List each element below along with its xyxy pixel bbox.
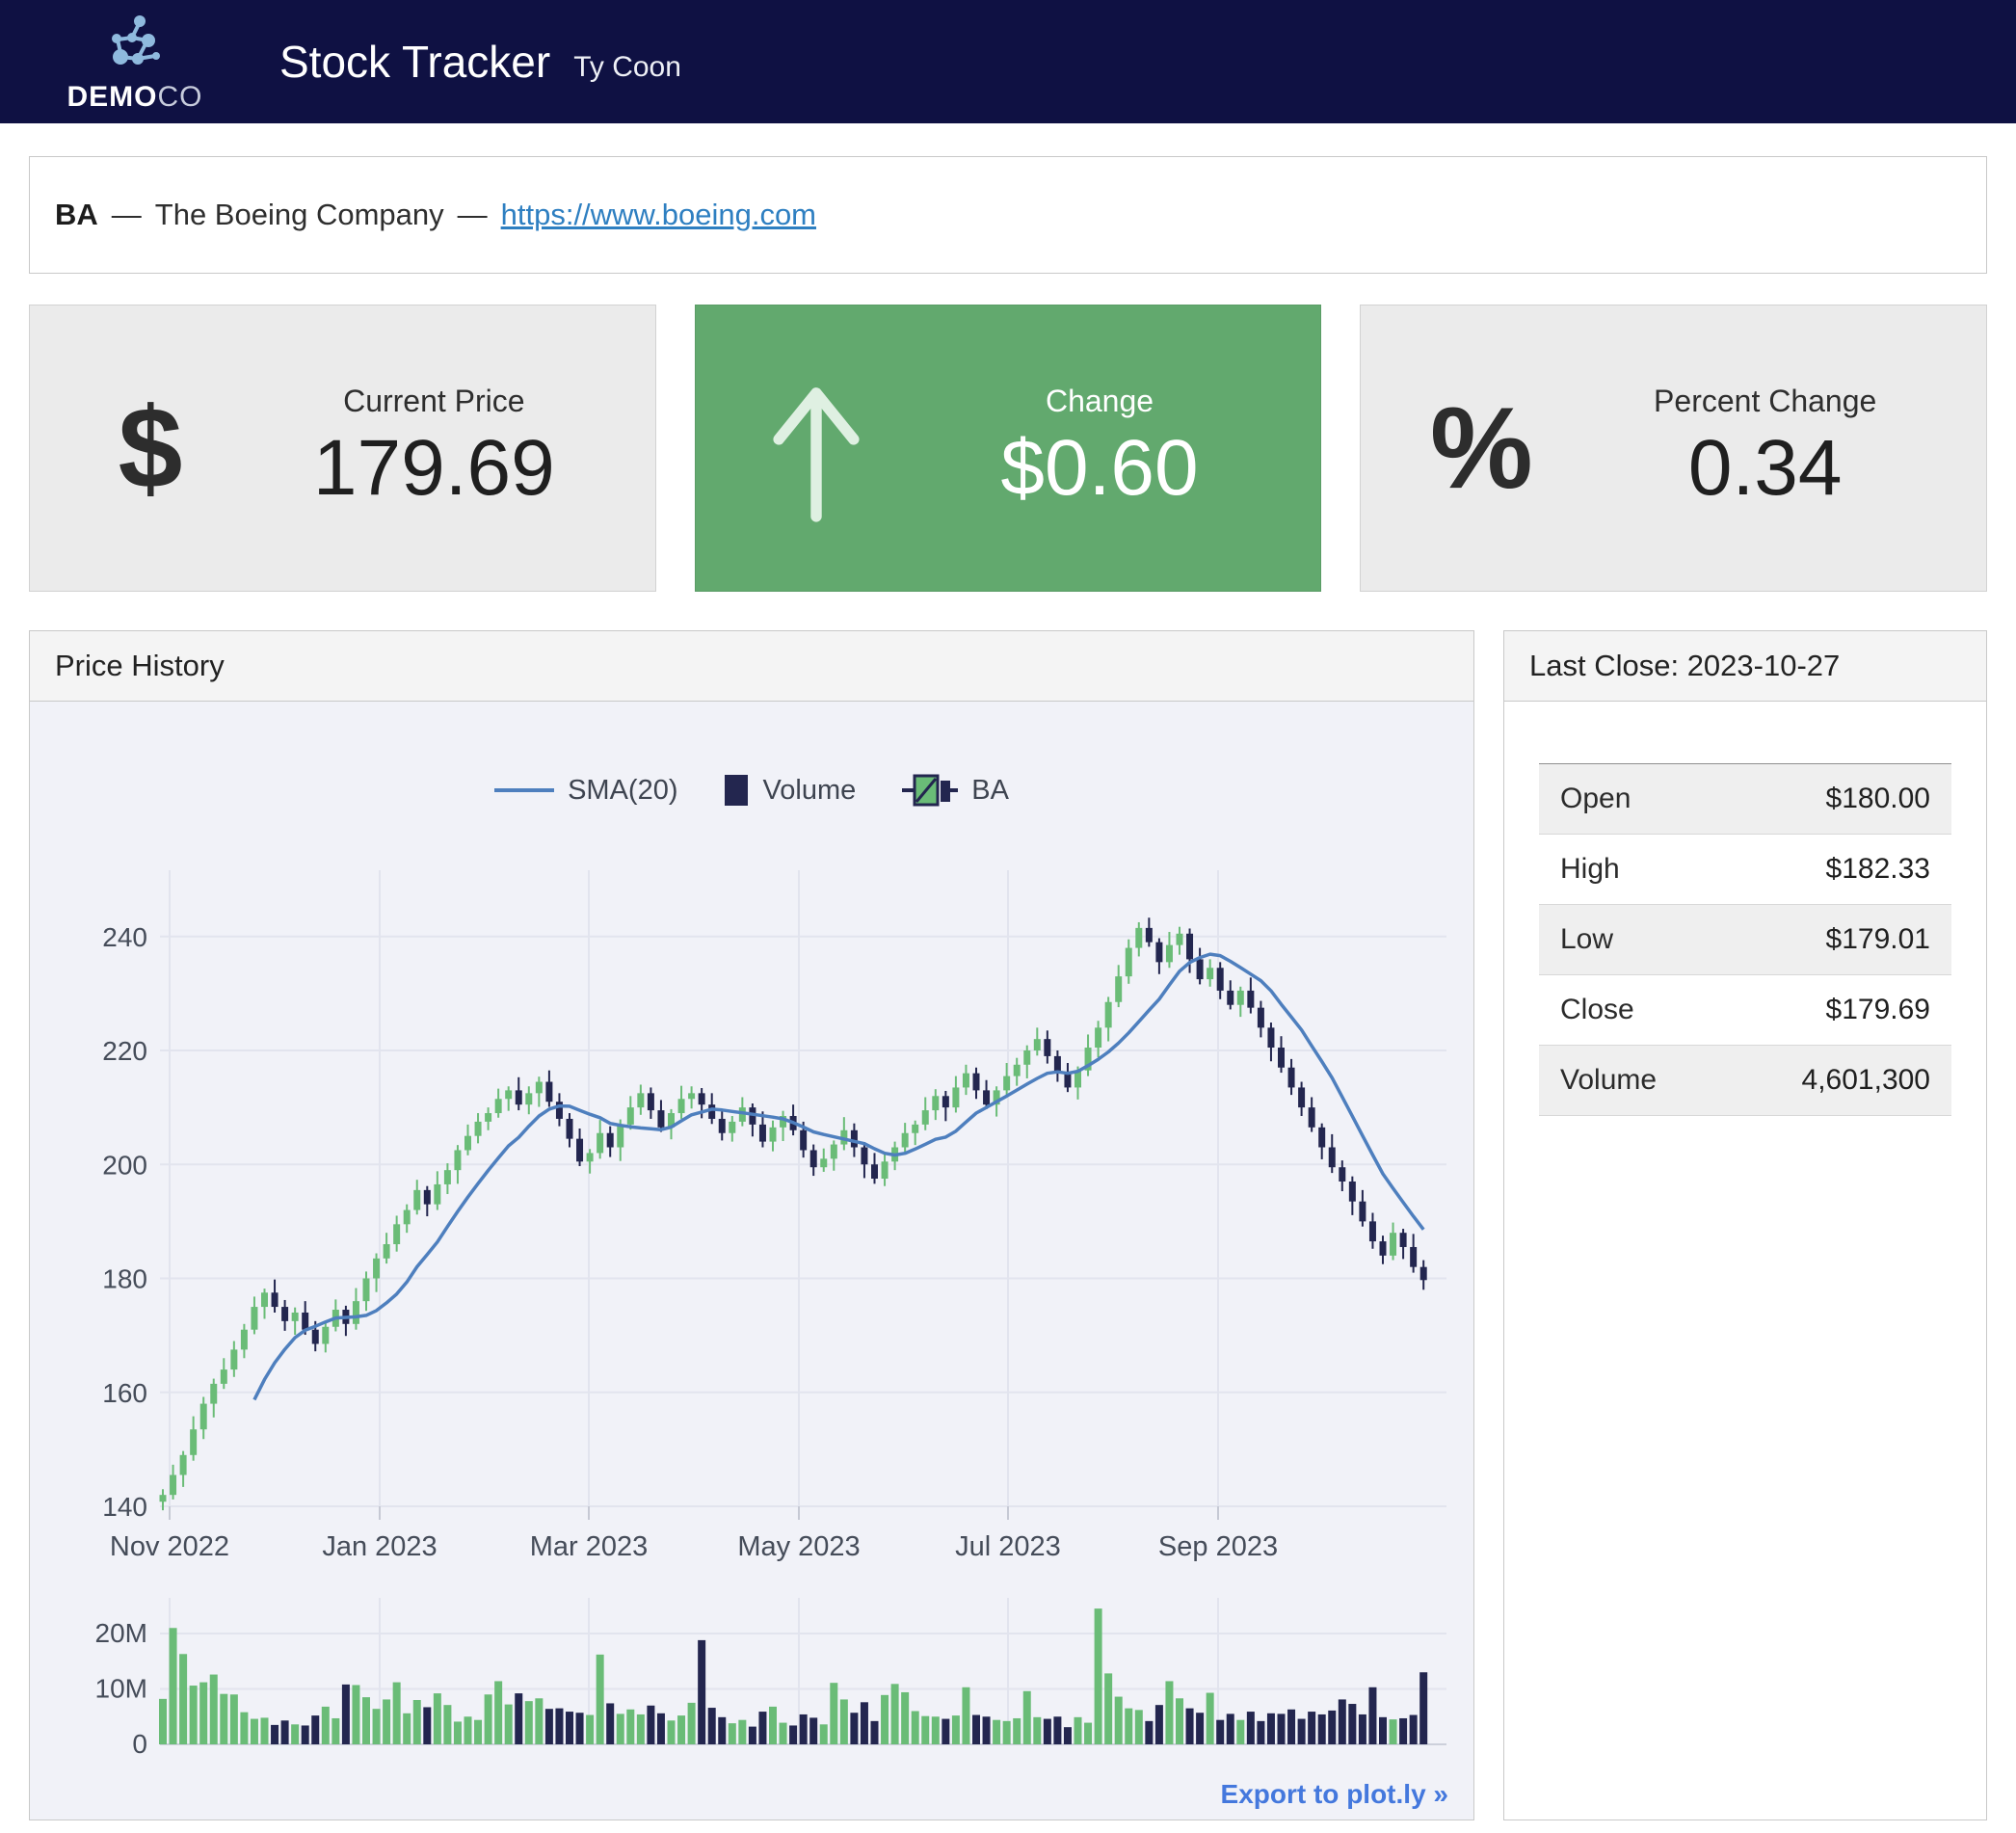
card-label: Percent Change [1654,384,1876,419]
table-row-low: Low $179.01 [1539,905,1951,975]
export-link[interactable]: Export to plot.ly » [1221,1779,1448,1810]
row-label: Volume [1560,1064,1657,1097]
legend-item-sma-20-[interactable]: SMA(20) [494,775,677,807]
logo-text-demo: DEMO [67,81,158,113]
card-value: $0.60 [1000,423,1198,514]
last-close-body: Open $180.00 High $182.33 Low $179.01 Close $17… [1504,702,1986,1820]
ohlc-table: Open $180.00 High $182.33 Low $179.01 Close $17… [1539,763,1951,1116]
row-value: $179.01 [1826,923,1930,956]
panels-row: Price History 140 160 180 200 220 240 Nov 2022… [29,630,1987,1820]
legend-label: SMA(20) [568,775,677,807]
svg-text:Sep 2023: Sep 2023 [1158,1531,1278,1562]
card-percent-change: % Percent Change 0.34 [1360,305,1987,592]
app-title: Stock Tracker [279,36,550,88]
svg-text:Jan 2023: Jan 2023 [322,1531,437,1562]
svg-text:20M: 20M [95,1618,147,1648]
ticker-link[interactable]: https://www.boeing.com [501,198,816,232]
svg-text:240: 240 [102,922,147,952]
candlestick-icon [902,769,958,811]
row-label: Open [1560,783,1631,815]
row-label: High [1560,853,1620,886]
svg-text:Jul 2023: Jul 2023 [955,1531,1061,1562]
democo-logo: DEMOCO [48,13,222,112]
molecule-icon [104,13,166,79]
card-value: 0.34 [1688,423,1843,514]
legend-item-volume[interactable]: Volume [725,773,857,808]
row-value: $179.69 [1826,994,1930,1026]
svg-text:220: 220 [102,1036,147,1066]
table-row-open: Open $180.00 [1539,764,1951,835]
svg-text:May 2023: May 2023 [737,1531,860,1562]
card-change: Change $0.60 [695,305,1322,592]
legend-item-ba[interactable]: BA [902,769,1009,811]
legend-label: BA [971,775,1009,807]
card-label: Current Price [343,384,525,419]
row-value: $182.33 [1826,853,1930,886]
legend-label: Volume [763,775,857,807]
card-value: 179.69 [313,423,555,514]
price-chart[interactable]: 140 160 180 200 220 240 Nov 2022 Jan 2023 Mar 20… [30,702,1473,1820]
row-value: 4,601,300 [1802,1064,1930,1097]
ticker-separator: — [458,198,488,232]
row-label: Low [1560,923,1613,956]
price-history-panel: Price History 140 160 180 200 220 240 Nov 2022… [29,630,1474,1820]
last-close-panel: Last Close: 2023-10-27 Open $180.00 High $1… [1503,630,1987,1820]
ticker-company: The Boeing Company [155,198,444,232]
ticker-separator: — [112,198,142,232]
svg-text:10M: 10M [95,1674,147,1704]
last-close-title: Last Close: 2023-10-27 [1504,631,1986,702]
dollar-icon: $ [30,390,271,506]
svg-text:0: 0 [132,1729,147,1759]
header-bar: DEMOCO Stock Tracker Ty Coon [0,0,2016,123]
card-current-price: $ Current Price 179.69 [29,305,656,592]
logo-text: DEMOCO [67,83,203,112]
arrow-up-icon [696,371,937,525]
volume-swatch-icon [725,773,750,808]
svg-text:140: 140 [102,1492,147,1522]
svg-text:200: 200 [102,1150,147,1180]
svg-text:180: 180 [102,1264,147,1294]
price-history-title: Price History [30,631,1473,702]
card-label: Change [1046,384,1154,419]
logo-text-co: CO [158,81,203,113]
row-label: Close [1560,994,1634,1026]
table-row-volume: Volume 4,601,300 [1539,1046,1951,1116]
svg-text:Nov 2022: Nov 2022 [110,1531,229,1562]
ticker-card: BA — The Boeing Company — https://www.bo… [29,156,1987,274]
stat-cards-row: $ Current Price 179.69 Change $0.60 % Pe… [29,305,1987,592]
row-value: $180.00 [1826,783,1930,815]
sma-line-icon [494,785,554,795]
price-volume-svg[interactable]: 140 160 180 200 220 240 Nov 2022 Jan 2023 Mar 20… [30,702,1473,1820]
table-row-close: Close $179.69 [1539,975,1951,1046]
percent-icon: % [1361,390,1602,506]
ticker-symbol: BA [55,198,98,232]
table-row-high: High $182.33 [1539,835,1951,905]
svg-text:Mar 2023: Mar 2023 [530,1531,649,1562]
chart-legend: SMA(20) Volume BA [30,769,1473,811]
svg-text:160: 160 [102,1378,147,1408]
app-subtitle: Ty Coon [573,40,681,84]
